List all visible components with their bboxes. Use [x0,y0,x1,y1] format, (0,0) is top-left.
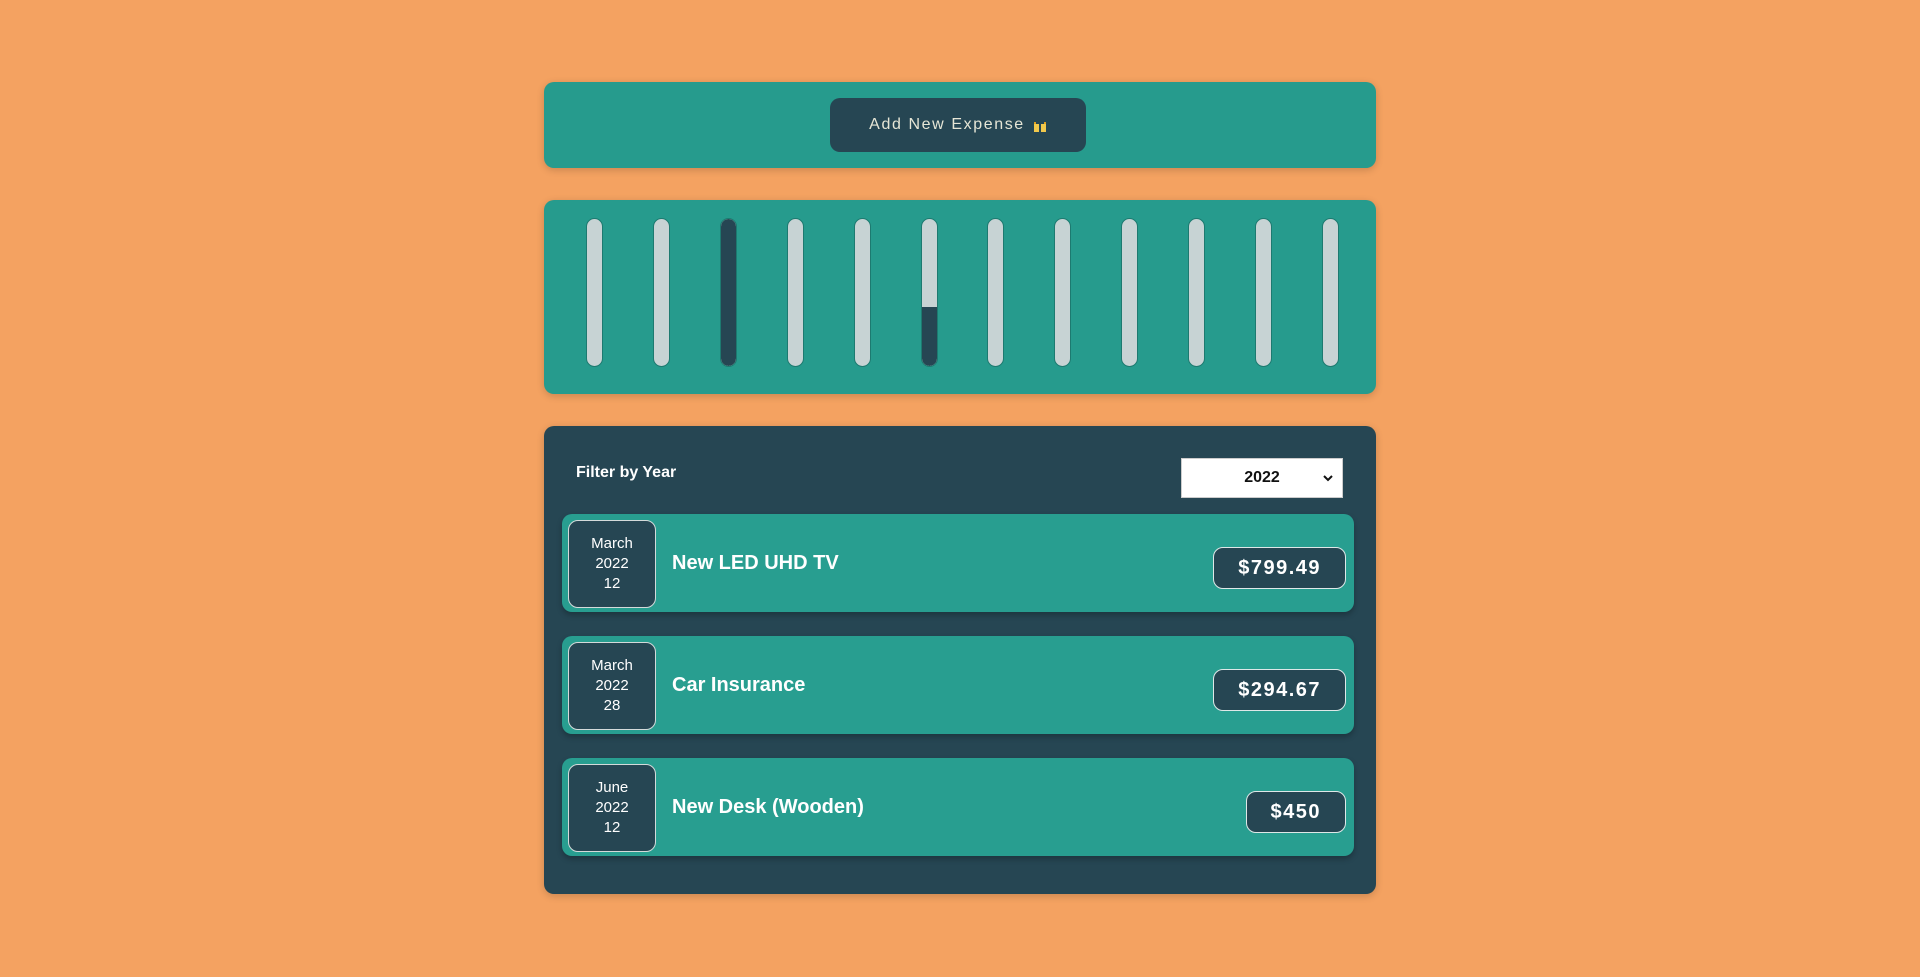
expense-date: March 2022 28 [568,642,656,730]
chart-bar [720,218,737,367]
year-select[interactable]: 2022 [1181,458,1343,498]
chart-bar [1322,218,1339,367]
expense-year: 2022 [595,799,629,816]
expense-year: 2022 [595,677,629,694]
chart-bar [1054,218,1071,367]
expense-title: New LED UHD TV [672,552,839,574]
expense-year: 2022 [595,555,629,572]
chart-bar [1255,218,1272,367]
new-expense-panel: Add New Expense [544,82,1376,168]
expense-item[interactable]: June 2022 12 New Desk (Wooden) $450 [562,758,1354,856]
money-icon [1033,121,1047,133]
chevron-down-icon [1322,471,1334,483]
chart-bar [854,218,871,367]
expense-amount: $294.67 [1213,669,1346,711]
expense-date: June 2022 12 [568,764,656,852]
expense-title: New Desk (Wooden) [672,796,864,818]
expenses-chart [544,200,1376,394]
expense-amount: $450 [1245,791,1346,833]
expense-item[interactable]: March 2022 12 New LED UHD TV $799.49 [562,514,1354,612]
chart-bar [921,218,938,367]
expense-amount: $799.49 [1213,547,1346,589]
chart-bar [987,218,1004,367]
add-new-expense-button[interactable]: Add New Expense [830,98,1086,152]
expense-month: March [591,657,633,674]
chart-bar [1188,218,1205,367]
expense-day: 12 [603,819,621,836]
expense-day: 28 [603,697,621,714]
expense-item[interactable]: March 2022 28 Car Insurance $294.67 [562,636,1354,734]
chart-bar [1121,218,1138,367]
expense-month: June [595,779,629,796]
expense-day: 12 [603,575,621,592]
chart-bar [787,218,804,367]
chart-bar-fill [922,307,937,366]
chart-bar-fill [721,219,736,366]
chart-bar [586,218,603,367]
expense-date: March 2022 12 [568,520,656,608]
expenses-panel: Filter by Year 2022 March 2022 12 New LE… [544,426,1376,894]
expense-month: March [591,535,633,552]
add-new-expense-label: Add New Expense [869,116,1025,133]
chart-bar [653,218,670,367]
selected-year: 2022 [1244,469,1280,486]
filter-by-year-label: Filter by Year [576,464,677,481]
expense-title: Car Insurance [672,674,806,696]
